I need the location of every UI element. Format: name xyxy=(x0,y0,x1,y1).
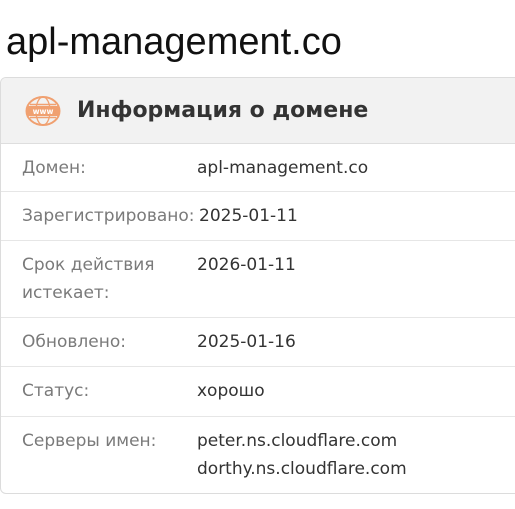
row-nameservers: Серверы имен: peter.ns.cloudflare.com do… xyxy=(1,417,515,493)
row-value: peter.ns.cloudflare.com dorthy.ns.cloudf… xyxy=(197,427,407,483)
row-status: Статус: хорошо xyxy=(1,367,515,417)
row-expires: Срок действия истекает: 2026-01-11 xyxy=(1,241,515,318)
row-label: Зарегистрировано: xyxy=(22,206,195,226)
row-label: Обновлено: xyxy=(22,332,126,352)
row-registered: Зарегистрировано: 2025-01-11 xyxy=(1,192,515,241)
row-label: Срок действия истекает: xyxy=(22,255,155,303)
domain-value: apl-management.co xyxy=(197,158,369,178)
row-value: 2025-01-16 xyxy=(197,328,296,356)
page-title: apl-management.co xyxy=(6,21,342,63)
updated-value: 2025-01-16 xyxy=(197,332,296,352)
row-value: 2025-01-11 xyxy=(199,202,298,230)
row-label: Статус: xyxy=(22,381,90,401)
row-label: Серверы имен: xyxy=(22,431,157,451)
domain-info-card: www Информация о домене Домен: apl-manag… xyxy=(0,77,515,494)
row-value: хорошо xyxy=(197,377,265,405)
row-domain: Домен: apl-management.co xyxy=(1,144,515,192)
www-globe-icon: www xyxy=(23,94,63,128)
card-header: www Информация о домене xyxy=(1,78,515,144)
status-value: хорошо xyxy=(197,381,265,401)
nameserver-1: peter.ns.cloudflare.com xyxy=(197,431,398,451)
nameserver-2: dorthy.ns.cloudflare.com xyxy=(197,459,407,479)
svg-text:www: www xyxy=(33,107,54,116)
row-label: Домен: xyxy=(22,158,86,178)
row-value: apl-management.co xyxy=(197,154,368,182)
registered-value: 2025-01-11 xyxy=(199,206,298,226)
domain-info-list: Домен: apl-management.co Зарегистрирован… xyxy=(1,144,515,493)
row-updated: Обновлено: 2025-01-16 xyxy=(1,318,515,367)
row-value: 2026-01-11 xyxy=(197,251,296,279)
card-title: Информация о домене xyxy=(77,98,369,123)
expires-value: 2026-01-11 xyxy=(197,255,296,275)
